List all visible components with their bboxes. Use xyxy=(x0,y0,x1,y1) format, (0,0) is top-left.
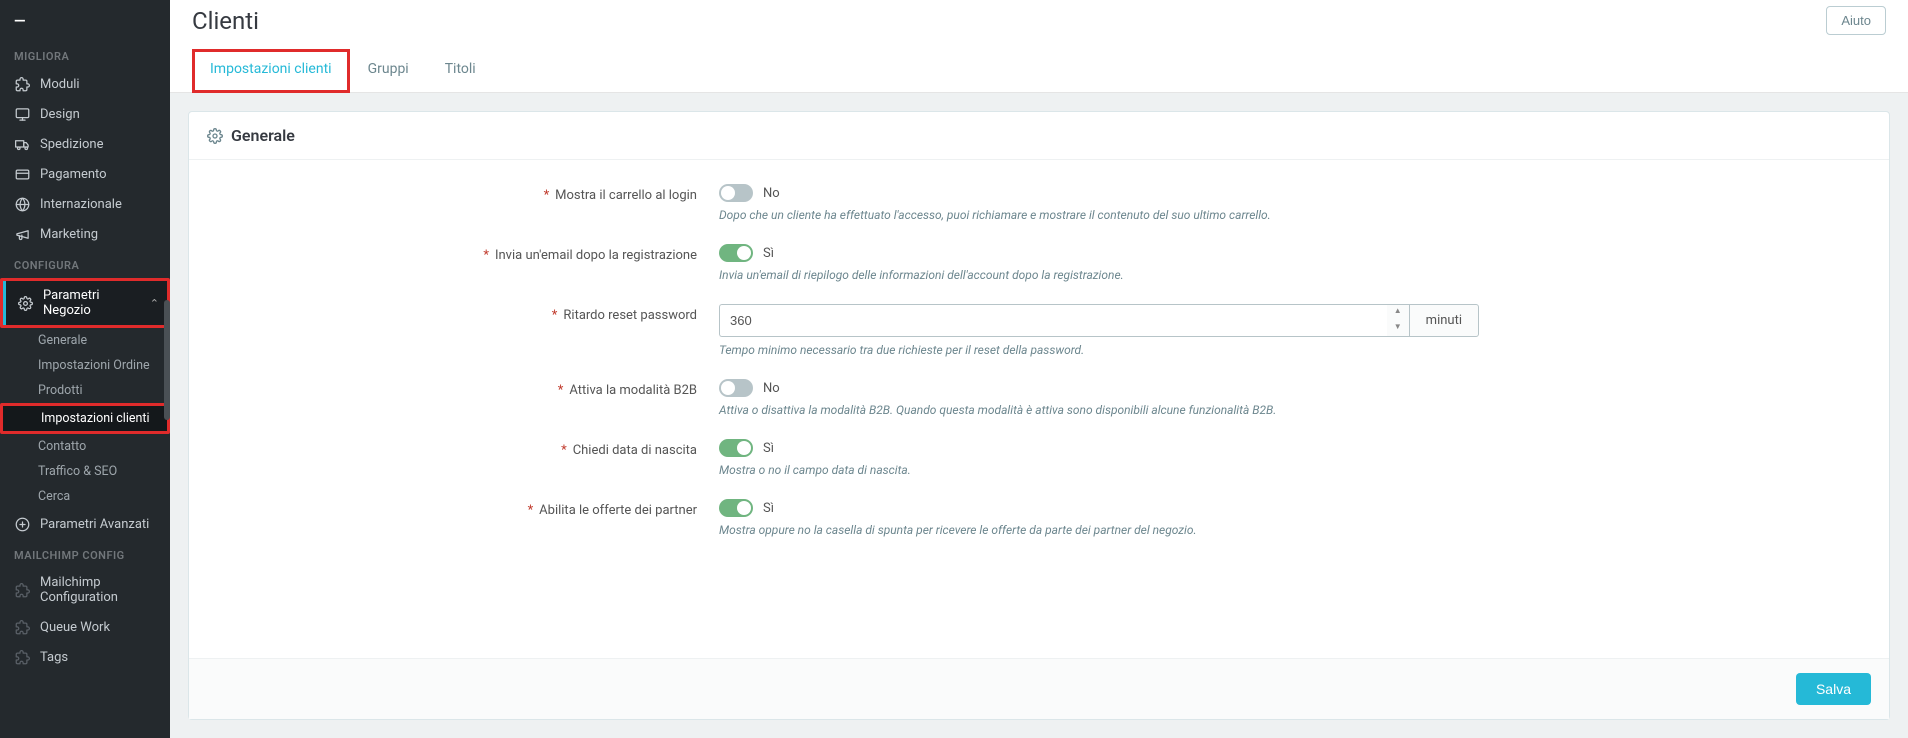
field-label-b2b: Attiva la modalità B2B xyxy=(569,383,697,398)
nav-label: Queue Work xyxy=(40,620,162,635)
input-reset_delay[interactable] xyxy=(719,304,1387,337)
toggle-text-partner: Sì xyxy=(763,501,774,516)
nav-item-pagamento[interactable]: Pagamento xyxy=(0,159,170,189)
gear-icon xyxy=(207,128,223,144)
nav-item-parametri-avanzati[interactable]: Parametri Avanzati xyxy=(0,509,170,539)
nav-item-internazionale[interactable]: Internazionale xyxy=(0,189,170,219)
field-label-cart_login: Mostra il carrello al login xyxy=(555,188,697,203)
nav-label: Parametri Negozio xyxy=(43,288,140,318)
help-reset_delay: Tempo minimo necessario tra due richiest… xyxy=(719,343,1479,357)
help-b2b: Attiva o disattiva la modalità B2B. Quan… xyxy=(719,403,1479,417)
help-birthdate: Mostra o no il campo data di nascita. xyxy=(719,463,1479,477)
plus-circle-icon xyxy=(14,516,30,532)
help-button[interactable]: Aiuto xyxy=(1826,6,1886,35)
section-title: MIGLIORA xyxy=(0,40,170,69)
field-label-email_reg: Invia un'email dopo la registrazione xyxy=(495,248,697,263)
nav-sub-cerca[interactable]: Cerca xyxy=(0,484,170,509)
nav-label: Internazionale xyxy=(40,197,162,212)
toggle-b2b[interactable] xyxy=(719,379,753,397)
nav-label: Spedizione xyxy=(40,137,162,152)
scrollbar[interactable] xyxy=(164,300,170,420)
puzzle-dim-icon xyxy=(14,582,30,598)
toggle-partner[interactable] xyxy=(719,499,753,517)
megaphone-icon xyxy=(14,226,30,242)
sidebar: — MIGLIORA Moduli Design Spedizione Pagament… xyxy=(0,0,170,738)
toggle-text-b2b: No xyxy=(763,381,780,396)
toggle-birthdate[interactable] xyxy=(719,439,753,457)
tabs: Impostazioni clientiGruppiTitoli xyxy=(170,49,1908,93)
help-partner: Mostra oppure no la casella di spunta pe… xyxy=(719,523,1479,537)
monitor-icon xyxy=(14,106,30,122)
nav-sub-traffico-seo[interactable]: Traffico & SEO xyxy=(0,459,170,484)
nav-item-moduli[interactable]: Moduli xyxy=(0,69,170,99)
collapse-icon[interactable]: — xyxy=(0,8,170,40)
nav-item-marketing[interactable]: Marketing xyxy=(0,219,170,249)
toggle-text-email_reg: Sì xyxy=(763,246,774,261)
tab-gruppi[interactable]: Gruppi xyxy=(350,49,427,92)
nav-label: Pagamento xyxy=(40,167,162,182)
chevron-up-icon: ⌃ xyxy=(150,297,159,310)
field-label-partner: Abilita le offerte dei partner xyxy=(539,503,697,518)
save-button[interactable]: Salva xyxy=(1796,673,1871,705)
nav-item-queue-work[interactable]: Queue Work xyxy=(0,612,170,642)
puzzle-icon xyxy=(14,76,30,92)
toggle-email_reg[interactable] xyxy=(719,244,753,262)
main-area: Clienti Aiuto Impostazioni clientiGruppi… xyxy=(170,0,1908,738)
puzzle-dim-icon xyxy=(14,649,30,665)
general-panel: Generale *Mostra il carrello al loginNoD… xyxy=(188,111,1890,720)
nav-item-tags[interactable]: Tags xyxy=(0,642,170,672)
tab-impostazioni-clienti[interactable]: Impostazioni clienti xyxy=(192,49,350,93)
card-icon xyxy=(14,166,30,182)
nav-sub-impostazioni-clienti[interactable]: Impostazioni clienti xyxy=(0,403,170,434)
nav-label: Moduli xyxy=(40,77,162,92)
panel-title: Generale xyxy=(231,126,295,145)
tab-titoli[interactable]: Titoli xyxy=(427,49,494,92)
toggle-cart_login[interactable] xyxy=(719,184,753,202)
input-unit-reset_delay: minuti xyxy=(1409,304,1479,337)
nav-label: Tags xyxy=(40,650,162,665)
field-label-birthdate: Chiedi data di nascita xyxy=(573,443,697,458)
nav-label: Mailchimp Configuration xyxy=(40,575,162,605)
truck-icon xyxy=(14,136,30,152)
spinner-reset_delay[interactable]: ▲▼ xyxy=(1387,304,1409,337)
nav-sub-contatto[interactable]: Contatto xyxy=(0,434,170,459)
nav-item-parametri-negozio[interactable]: Parametri Negozio ⌃ xyxy=(0,278,170,328)
nav-item-mailchimp-configuration[interactable]: Mailchimp Configuration xyxy=(0,568,170,612)
puzzle-dim-icon xyxy=(14,619,30,635)
nav-label: Marketing xyxy=(40,227,162,242)
nav-label: Parametri Avanzati xyxy=(40,517,162,532)
gear-icon xyxy=(17,295,33,311)
nav-sub-prodotti[interactable]: Prodotti xyxy=(0,378,170,403)
help-cart_login: Dopo che un cliente ha effettuato l'acce… xyxy=(719,208,1479,222)
nav-sub-generale[interactable]: Generale xyxy=(0,328,170,353)
nav-item-spedizione[interactable]: Spedizione xyxy=(0,129,170,159)
toggle-text-birthdate: Sì xyxy=(763,441,774,456)
page-title: Clienti xyxy=(192,7,259,35)
nav-sub-impostazioni-ordine[interactable]: Impostazioni Ordine xyxy=(0,353,170,378)
help-email_reg: Invia un'email di riepilogo delle inform… xyxy=(719,268,1479,282)
nav-item-design[interactable]: Design xyxy=(0,99,170,129)
nav-label: Design xyxy=(40,107,162,122)
section-title: MAILCHIMP CONFIG xyxy=(0,539,170,568)
section-title: CONFIGURA xyxy=(0,249,170,278)
globe-icon xyxy=(14,196,30,212)
toggle-text-cart_login: No xyxy=(763,186,780,201)
field-label-reset_delay: Ritardo reset password xyxy=(563,308,697,323)
